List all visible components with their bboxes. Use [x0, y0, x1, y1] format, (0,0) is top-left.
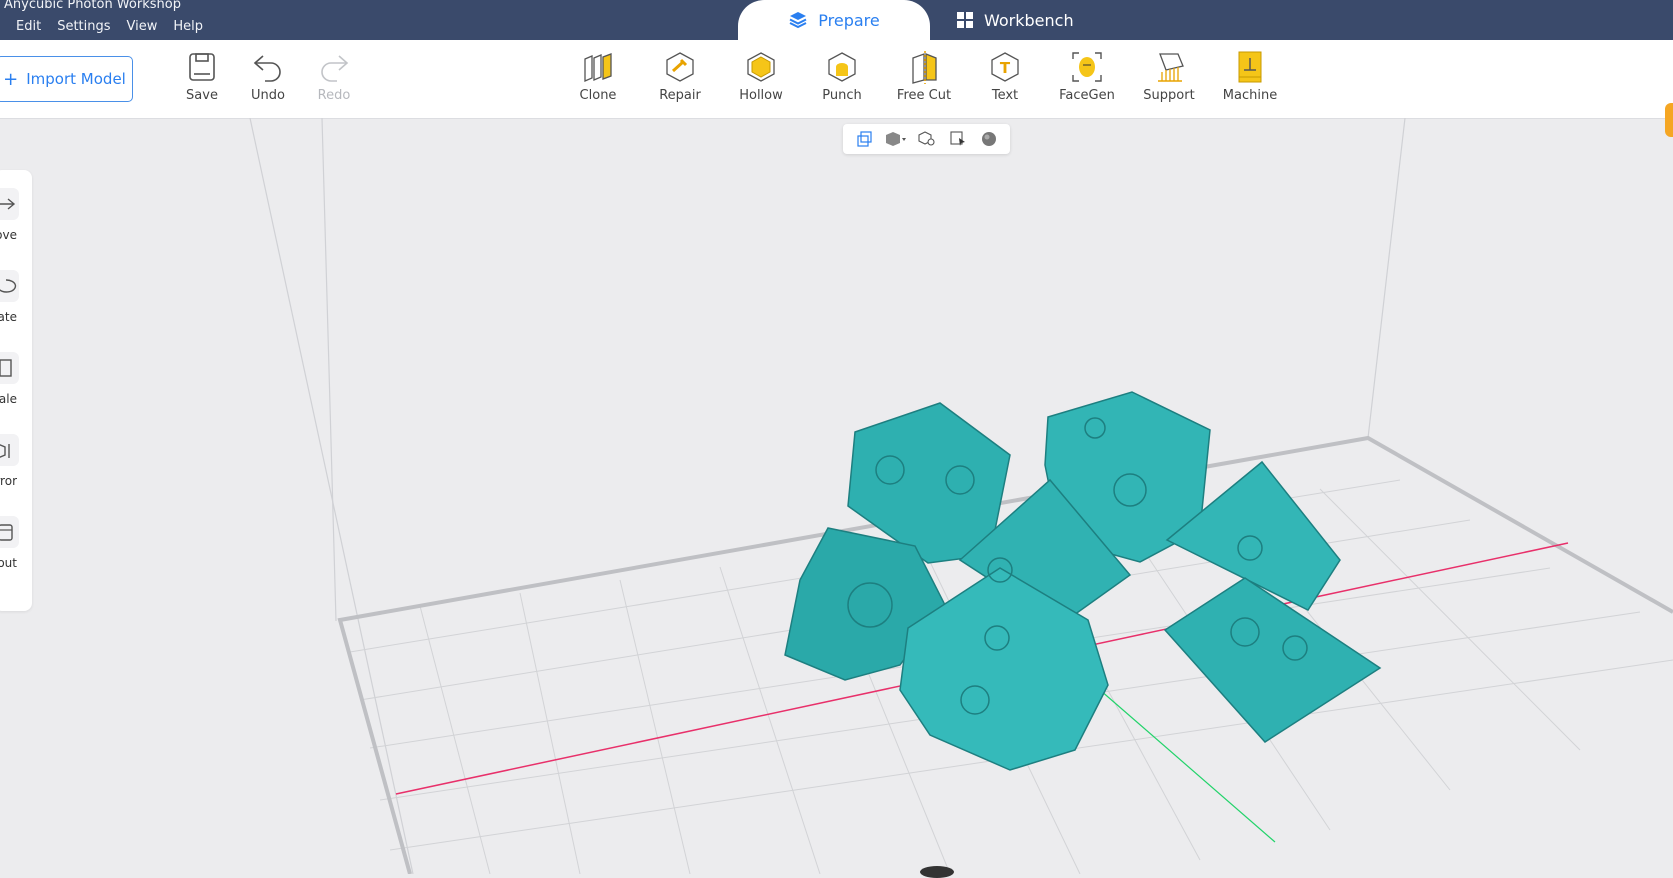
layout-icon: [0, 516, 19, 548]
undo-button[interactable]: Undo: [233, 50, 303, 116]
sidebar-label-scale: ale: [0, 392, 17, 406]
text-label: Text: [991, 88, 1019, 103]
redo-button[interactable]: Redo: [299, 50, 369, 116]
text-icon: T: [991, 52, 1019, 82]
machine-icon: [1238, 51, 1262, 83]
sidebar-item-mirror[interactable]: rror: [0, 428, 32, 498]
text-button[interactable]: T Text: [970, 50, 1040, 116]
save-icon: [189, 53, 215, 81]
clone-label: Clone: [579, 88, 617, 103]
app-title: Anycubic Photon Workshop: [4, 0, 181, 12]
facegen-label: FaceGen: [1059, 88, 1115, 103]
menu-bar: Edit Settings View Help: [16, 19, 203, 34]
view-controls: [843, 124, 1010, 154]
cube-view-dropdown-icon[interactable]: [885, 128, 907, 150]
facegen-icon: [1072, 52, 1102, 82]
perspective-view-icon[interactable]: [854, 128, 876, 150]
menu-settings[interactable]: Settings: [57, 19, 110, 34]
tab-workbench[interactable]: Workbench: [956, 0, 1074, 40]
punch-icon: [828, 52, 856, 82]
free-cut-button[interactable]: Free Cut: [889, 50, 959, 116]
hollow-button[interactable]: Hollow: [726, 50, 796, 116]
save-label: Save: [186, 88, 218, 103]
tab-workbench-label: Workbench: [984, 10, 1074, 30]
select-icon[interactable]: [947, 128, 969, 150]
tab-prepare[interactable]: Prepare: [738, 0, 930, 40]
import-model-label: Import Model: [26, 70, 126, 88]
bottom-handle[interactable]: [920, 866, 954, 878]
menu-view[interactable]: View: [127, 19, 158, 34]
undo-icon: [253, 55, 281, 82]
sphere-render-icon[interactable]: [978, 128, 1000, 150]
hollow-icon: [747, 52, 775, 82]
plus-icon: +: [3, 68, 19, 90]
sidebar-label-layout: yout: [0, 556, 17, 570]
redo-label: Redo: [317, 88, 351, 103]
grid-icon: [957, 12, 973, 28]
repair-icon: [666, 52, 694, 82]
scale-icon: [0, 352, 19, 384]
title-bar: Anycubic Photon Workshop Edit Settings V…: [0, 0, 1673, 40]
redo-icon: [321, 55, 349, 82]
sidebar-item-layout[interactable]: yout: [0, 510, 32, 580]
import-model-button[interactable]: + Import Model: [0, 56, 133, 102]
sidebar-item-move[interactable]: ove: [0, 182, 32, 252]
zoom-fit-icon[interactable]: [916, 128, 938, 150]
svg-text:T: T: [1000, 59, 1011, 77]
3d-viewport[interactable]: [0, 118, 1673, 874]
machine-label: Machine: [1222, 88, 1278, 103]
facegen-button[interactable]: FaceGen: [1052, 50, 1122, 116]
undo-label: Undo: [251, 88, 285, 103]
support-icon: [1158, 53, 1184, 82]
menu-edit[interactable]: Edit: [16, 19, 41, 34]
repair-button[interactable]: Repair: [645, 50, 715, 116]
menu-help[interactable]: Help: [173, 19, 203, 34]
dice-models[interactable]: [784, 391, 1382, 771]
punch-button[interactable]: Punch: [807, 50, 877, 116]
save-button[interactable]: Save: [167, 50, 237, 116]
sidebar-label-move: ove: [0, 228, 17, 242]
toolbar: + Import Model Save Undo Redo Clone Repa…: [0, 40, 1673, 137]
free-cut-icon: [912, 51, 937, 84]
clone-button[interactable]: Clone: [563, 50, 633, 116]
repair-label: Repair: [659, 88, 701, 103]
sidebar-item-rotate[interactable]: ate: [0, 264, 32, 334]
sidebar-label-mirror: rror: [0, 474, 17, 488]
sidebar-item-scale[interactable]: ale: [0, 346, 32, 416]
move-icon: [0, 188, 19, 220]
tab-prepare-label: Prepare: [818, 10, 880, 30]
layers-icon: [789, 12, 807, 29]
free-cut-label: Free Cut: [896, 88, 952, 103]
punch-label: Punch: [822, 88, 862, 103]
sidebar-label-rotate: ate: [0, 310, 17, 324]
support-label: Support: [1143, 88, 1195, 103]
die-d8-bottom[interactable]: [1163, 577, 1382, 743]
machine-button[interactable]: Machine: [1215, 50, 1285, 116]
rotate-icon: [0, 270, 19, 302]
mirror-icon: [0, 434, 19, 466]
transform-sidebar: ove ate ale rror yout: [0, 170, 32, 611]
hollow-label: Hollow: [739, 88, 783, 103]
support-button[interactable]: Support: [1134, 50, 1204, 116]
clone-icon: [584, 53, 612, 82]
